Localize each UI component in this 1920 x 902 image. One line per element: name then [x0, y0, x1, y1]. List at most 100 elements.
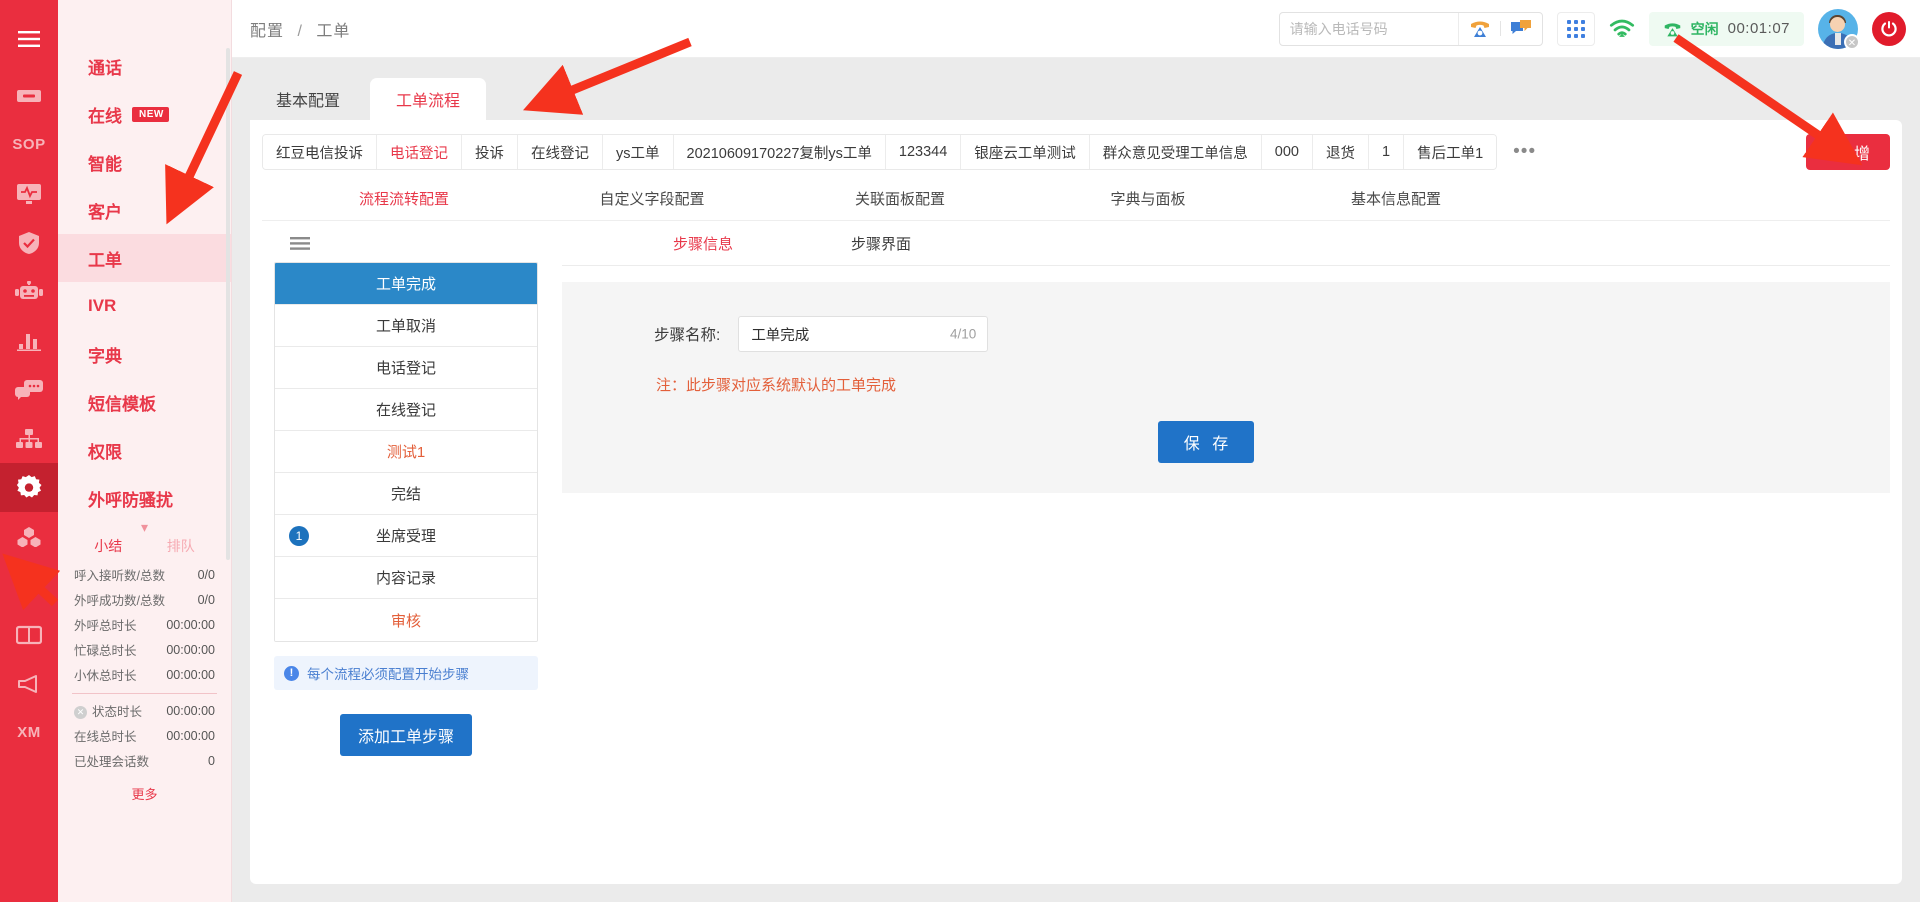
start-step-hint: ! 每个流程必须配置开始步骤	[274, 656, 538, 690]
tab-basic-config[interactable]: 基本配置	[250, 78, 366, 120]
workflow-tab[interactable]: 20210609170227复制ys工单	[673, 135, 886, 169]
workflow-tab[interactable]: 在线登记	[518, 135, 603, 169]
power-icon[interactable]	[1872, 11, 1906, 46]
step-label: 电话登记	[375, 360, 436, 377]
step-note: 注：此步骤对应系统默认的工单完成	[656, 377, 897, 394]
stat-value: 00:00:00	[166, 617, 215, 632]
step-item[interactable]: 审核	[275, 599, 537, 641]
add-step-button[interactable]: 添加工单步骤	[339, 714, 472, 756]
more-button[interactable]: 更多	[72, 781, 217, 806]
content-card: 红豆电信投诉 电话登记 投诉 在线登记 ys工单 20210609170227复…	[250, 120, 1902, 884]
workflow-tab[interactable]: 000	[1261, 135, 1313, 169]
sidebar-item-zhineng[interactable]: 智能	[58, 138, 231, 186]
sub-navigation: 流程流转配置 自定义字段配置 关联面板配置 字典与面板 基本信息配置	[262, 178, 1890, 221]
workflow-tab[interactable]: 群众意见受理工单信息	[1089, 135, 1262, 169]
sop-text-icon[interactable]: SOP	[0, 120, 58, 169]
workflow-tab[interactable]: 投诉	[462, 135, 518, 169]
header-actions: 空闲 00:01:07 ✕	[1278, 8, 1920, 50]
subnav-related-panel[interactable]: 关联面板配置	[776, 178, 1024, 220]
shield-check-icon[interactable]	[0, 218, 58, 267]
tab-step-ui[interactable]: 步骤界面	[792, 227, 970, 265]
sitemap-icon[interactable]	[0, 414, 58, 463]
stat-label: 在线总时长	[74, 730, 137, 744]
step-detail-pane: 步骤信息 步骤界面 步骤名称: 4/10 注：此步骤对	[552, 227, 1890, 884]
workflow-tab[interactable]: 银座云工单测试	[961, 135, 1090, 169]
wifi-icon	[1609, 16, 1635, 42]
subnav-custom-fields[interactable]: 自定义字段配置	[528, 178, 776, 220]
subnav-dictionary-panel[interactable]: 字典与面板	[1024, 178, 1272, 220]
list-menu-icon[interactable]	[274, 233, 538, 262]
gear-icon[interactable]	[0, 463, 58, 512]
step-label: 工单完成	[375, 276, 436, 293]
subnav-flow-config[interactable]: 流程流转配置	[280, 178, 528, 220]
main-region: 配置 / 工单 请输入电话号码 空闲 00:01:07 ✕ 基本配置 工单流程 …	[232, 0, 1920, 902]
sop-label: SOP	[12, 136, 46, 153]
stats-tab-queue[interactable]: 排队	[167, 536, 195, 556]
step-item[interactable]: 内容记录	[275, 557, 537, 599]
phone-input[interactable]	[1279, 12, 1458, 45]
workflow-tab[interactable]: 123344	[885, 135, 962, 169]
stat-label: 外呼成功数/总数	[74, 594, 165, 608]
sidebar-item-zidian[interactable]: 字典	[58, 330, 231, 378]
stat-value: 0/0	[197, 592, 215, 607]
sidebar-item-gongdan[interactable]: 工单	[58, 234, 231, 282]
sidebar-item-ivr[interactable]: IVR	[58, 282, 231, 330]
avatar[interactable]: ✕	[1818, 8, 1860, 50]
stat-label: 小休总时长	[74, 669, 137, 683]
agent-stats-panel: ▾ 小结 排队 呼入接听数/总数 0/0 外呼成功数/总数 0/0 外呼总时长 …	[58, 520, 231, 814]
hint-text: 每个流程必须配置开始步骤	[307, 667, 469, 682]
groups-icon[interactable]	[0, 512, 58, 561]
chat-bubbles-icon[interactable]	[0, 365, 58, 414]
step-item[interactable]: 电话登记	[275, 347, 537, 389]
sidebar-scrollbar[interactable]	[226, 48, 230, 560]
step-label: 工单取消	[375, 318, 436, 335]
subnav-basic-info[interactable]: 基本信息配置	[1272, 178, 1520, 220]
stat-row: 已处理会话数 0	[72, 748, 217, 773]
robot-icon[interactable]	[0, 267, 58, 316]
step-item[interactable]: 1 坐席受理	[275, 515, 537, 557]
workflow-tabs: 红豆电信投诉 电话登记 投诉 在线登记 ys工单 20210609170227复…	[262, 134, 1498, 170]
sidebar-item-quanxian[interactable]: 权限	[58, 426, 231, 474]
message-icon[interactable]	[1508, 16, 1534, 42]
xm-text-icon[interactable]: XM	[0, 708, 58, 757]
tab-ticket-flow[interactable]: 工单流程	[370, 78, 487, 120]
tab-step-info[interactable]: 步骤信息	[614, 227, 792, 265]
agent-status-chip[interactable]: 空闲 00:01:07	[1648, 11, 1804, 46]
menu-list: 通话 在线 NEW 智能 客户 工单 IVR 字典 短信模板 权限 外呼防骚扰	[58, 0, 231, 522]
stat-value: 00:00:00	[166, 642, 215, 657]
workflow-tab[interactable]: 1	[1369, 135, 1405, 169]
sidebar-item-tonghua[interactable]: 通话	[58, 42, 231, 90]
sidebar-item-kehu[interactable]: 客户	[58, 186, 231, 234]
workflow-tab[interactable]: 红豆电信投诉	[263, 135, 377, 169]
save-button[interactable]: 保 存	[1157, 421, 1255, 463]
apps-grid-icon[interactable]	[1556, 11, 1595, 46]
step-item[interactable]: 在线登记	[275, 389, 537, 431]
step-item[interactable]: 完结	[275, 473, 537, 515]
workflow-tab[interactable]: 售后工单1	[1404, 135, 1497, 169]
sidebar-item-zaixian[interactable]: 在线 NEW	[58, 90, 231, 138]
stats-tab-summary[interactable]: 小结	[94, 536, 122, 556]
sidebar-item-duanxinmuban[interactable]: 短信模板	[58, 378, 231, 426]
megaphone-icon[interactable]	[0, 659, 58, 708]
book-icon[interactable]	[0, 610, 58, 659]
call-bar-icon[interactable]	[0, 71, 58, 120]
collapse-chevron-icon[interactable]: ▾	[141, 520, 148, 534]
step-item[interactable]: 工单取消	[275, 305, 537, 347]
workflow-tab[interactable]: ys工单	[603, 135, 674, 169]
stat-row: 忙碌总时长 00:00:00	[72, 637, 217, 662]
monitor-icon[interactable]	[0, 169, 58, 218]
breadcrumb-root[interactable]: 配置	[250, 23, 284, 40]
offline-x-icon: ✕	[1844, 33, 1860, 50]
workflow-tab[interactable]: 退货	[1313, 135, 1369, 169]
bar-chart-icon[interactable]	[0, 316, 58, 365]
split-body: 工单完成 工单取消 电话登记 在线登记 测试1 完结 1 坐席受理 内容记录 审…	[262, 221, 1890, 884]
step-item-active[interactable]: 工单完成	[275, 263, 537, 305]
api-text-icon[interactable]: API	[0, 561, 58, 610]
sidebar-item-waihufangsaorao[interactable]: 外呼防骚扰	[58, 474, 231, 522]
add-workflow-button[interactable]: 新 增	[1805, 134, 1890, 170]
workflow-tab-active[interactable]: 电话登记	[377, 135, 462, 169]
step-item[interactable]: 测试1	[275, 431, 537, 473]
stat-label: 呼入接听数/总数	[74, 569, 165, 583]
telephone-icon[interactable]	[1467, 16, 1493, 42]
hamburger-icon[interactable]	[0, 14, 58, 63]
